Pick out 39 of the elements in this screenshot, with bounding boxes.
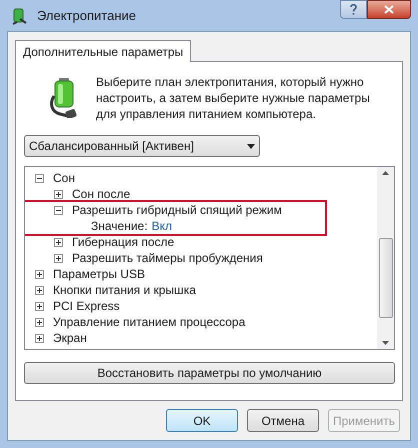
tree-item[interactable]: Сон <box>53 170 75 186</box>
expand-icon[interactable] <box>54 238 63 246</box>
plan-dropdown[interactable]: Сбалансированный [Активен] <box>24 135 260 157</box>
scroll-thumb[interactable] <box>378 238 392 318</box>
expand-icon[interactable] <box>35 302 44 310</box>
expand-icon[interactable] <box>35 318 44 326</box>
help-button[interactable] <box>340 0 367 19</box>
dropdown-arrow-icon <box>247 144 255 148</box>
tree-item[interactable]: Экран <box>53 330 87 346</box>
collapse-icon[interactable] <box>54 206 63 214</box>
collapse-icon[interactable] <box>35 174 44 182</box>
expand-icon[interactable] <box>35 286 44 294</box>
tree-item[interactable]: Кнопки питания и крышка <box>53 282 196 298</box>
intro-text: Выберите план электропитания, который нужно настроить, а затем выберите нужные параметры для управления питанием компьютера. <box>96 74 371 122</box>
tree-item[interactable]: Сон после <box>72 186 130 202</box>
scroll-down-icon[interactable] <box>382 341 389 345</box>
close-button[interactable] <box>367 0 411 19</box>
battery-plug-icon <box>11 6 29 24</box>
setting-label: Значение: <box>91 218 148 234</box>
setting-value[interactable]: Вкл <box>152 218 172 234</box>
restore-defaults-button[interactable]: Восстановить параметры по умолчанию <box>24 362 395 384</box>
close-icon <box>384 5 394 14</box>
scroll-up-icon[interactable] <box>382 171 389 175</box>
window-title: Электропитание <box>37 6 137 25</box>
tree-item[interactable]: PCI Express <box>53 298 120 314</box>
tree-item[interactable]: Параметры USB <box>53 266 145 282</box>
tab[interactable]: Дополнительные параметры <box>15 40 192 62</box>
expand-icon[interactable] <box>54 254 63 262</box>
expand-icon[interactable] <box>35 334 44 342</box>
tree-item[interactable]: Управление питанием процессора <box>53 314 246 330</box>
tree-item[interactable]: Разрешить таймеры пробуждения <box>72 250 263 266</box>
help-icon <box>350 4 357 15</box>
tree-item[interactable]: Гибернация после <box>72 234 174 250</box>
dialog-button[interactable]: Отмена <box>247 409 319 432</box>
dialog-button[interactable]: OK <box>166 409 238 432</box>
expand-icon[interactable] <box>35 270 44 278</box>
expand-icon[interactable] <box>54 190 63 198</box>
tree-item[interactable]: Разрешить гибридный спящий режим <box>72 202 282 218</box>
scrollbar[interactable] <box>377 167 394 349</box>
